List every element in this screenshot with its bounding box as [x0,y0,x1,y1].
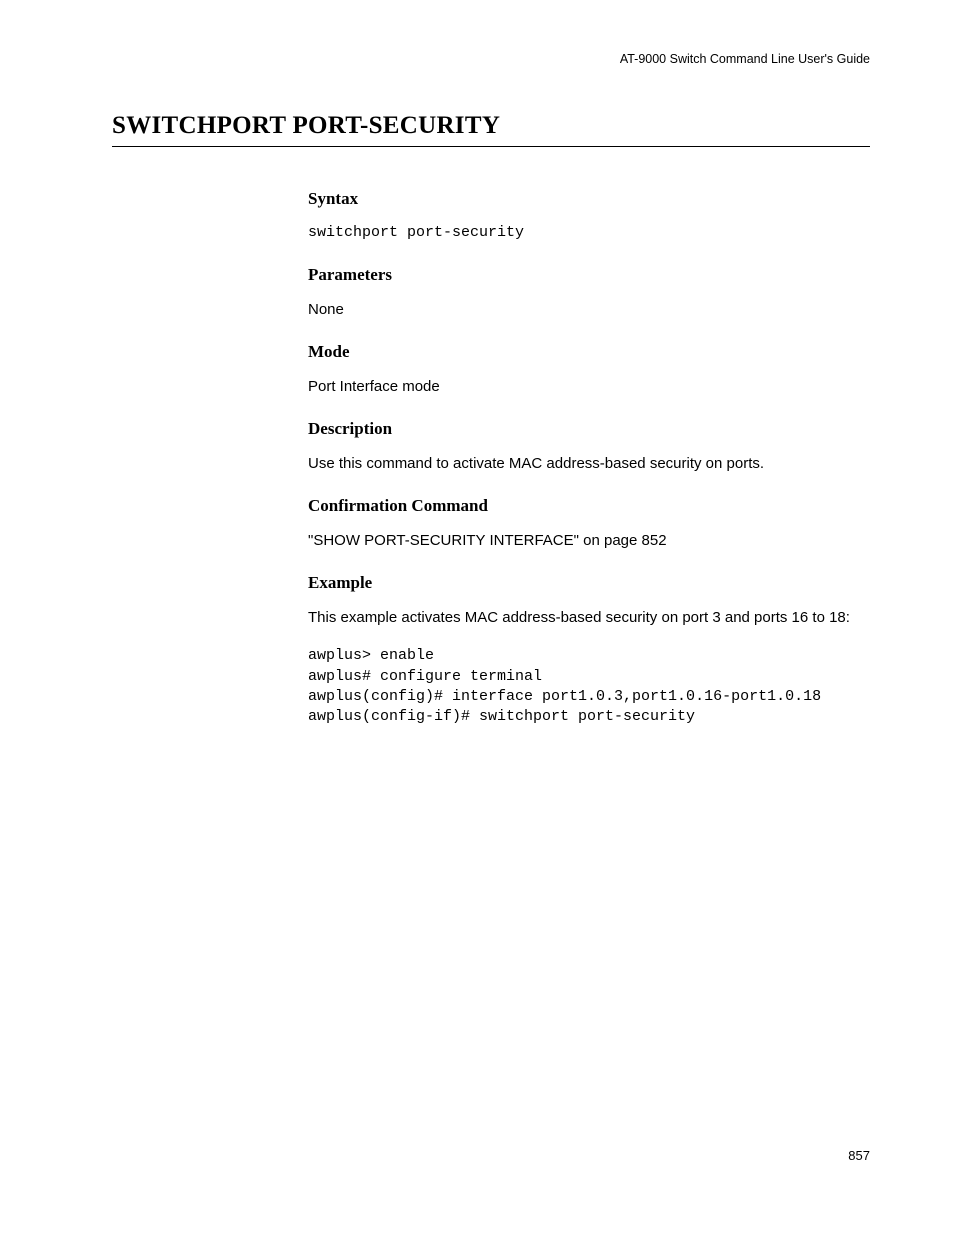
parameters-heading: Parameters [308,265,870,285]
mode-body: Port Interface mode [308,376,870,397]
confirmation-heading: Confirmation Command [308,496,870,516]
confirmation-body: "SHOW PORT-SECURITY INTERFACE" on page 8… [308,530,870,551]
syntax-code: switchport port-security [308,223,870,243]
parameters-body: None [308,299,870,320]
syntax-heading: Syntax [308,189,870,209]
page-number: 857 [848,1148,870,1163]
description-heading: Description [308,419,870,439]
command-title: SWITCHPORT PORT-SECURITY [112,112,870,147]
example-intro: This example activates MAC address-based… [308,607,870,628]
mode-heading: Mode [308,342,870,362]
example-heading: Example [308,573,870,593]
example-code: awplus> enable awplus# configure termina… [308,646,870,727]
description-body: Use this command to activate MAC address… [308,453,870,474]
running-head: AT-9000 Switch Command Line User's Guide [620,52,870,66]
content-area: Syntax switchport port-security Paramete… [308,189,870,727]
document-page: AT-9000 Switch Command Line User's Guide… [0,0,954,1235]
